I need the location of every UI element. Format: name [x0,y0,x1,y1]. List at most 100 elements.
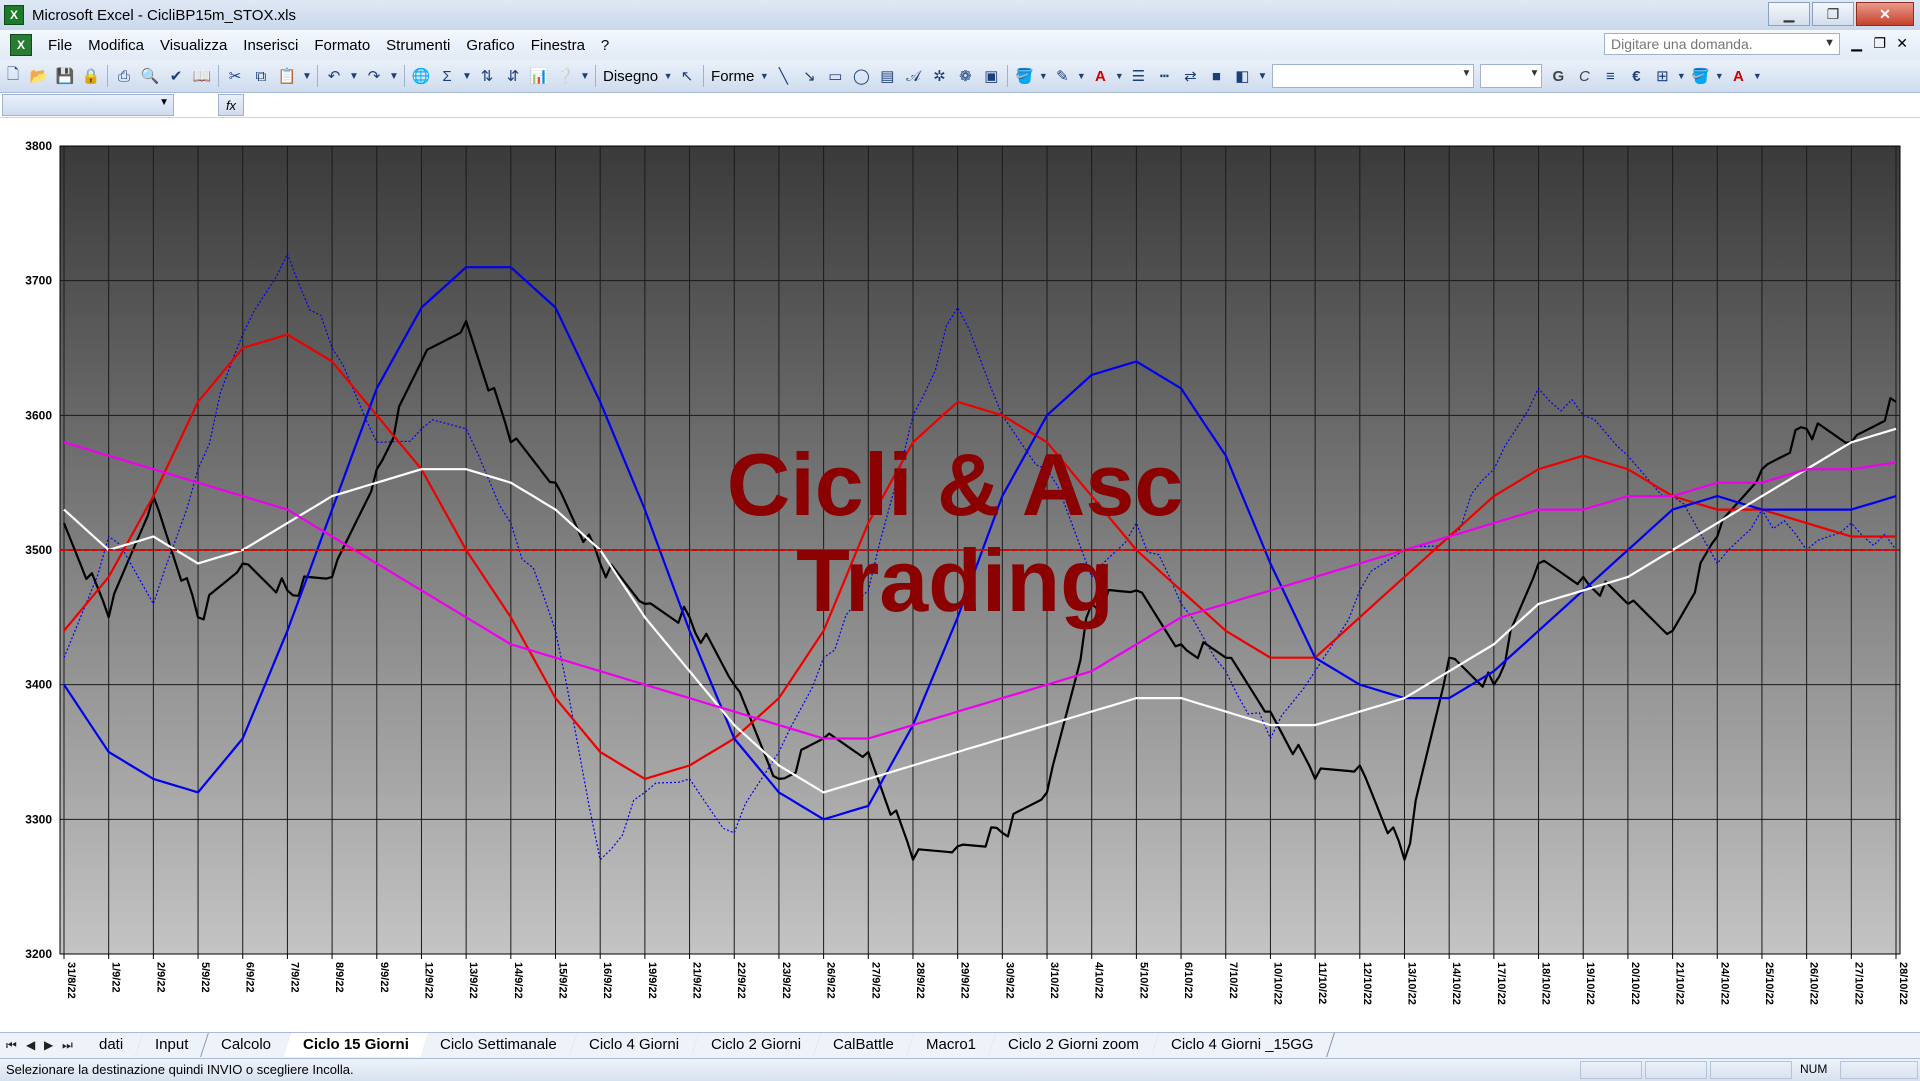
paste-icon[interactable]: 📋 [275,64,299,88]
insert-function-button[interactable]: fx [218,94,244,116]
autosum-icon[interactable]: Σ [435,64,459,88]
menu-file[interactable]: File [40,37,80,54]
menu-inserisci[interactable]: Inserisci [235,37,306,54]
diagram-icon[interactable]: ✲ [927,64,951,88]
menu-grafico[interactable]: Grafico [458,37,522,54]
chart[interactable]: 3200 3300 3400 3500 3600 3700 3800 31/8/22 1/9/… [0,118,1920,1048]
menu-formato[interactable]: Formato [306,37,378,54]
chart-wizard-icon[interactable]: 📊 [527,64,551,88]
menu-finestra[interactable]: Finestra [523,37,593,54]
chevron-down-icon[interactable]: ▼ [663,64,673,88]
sheet-tab[interactable]: Calcolo [200,1033,292,1057]
restore-button[interactable]: ❐ [1812,2,1854,26]
clip-art-icon[interactable]: ❁ [953,64,977,88]
doc-minimize-icon[interactable]: ▁ [1851,35,1862,52]
font-color-icon[interactable]: A [1088,64,1112,88]
spelling-icon[interactable]: ✔ [164,64,188,88]
menu-visualizza[interactable]: Visualizza [152,37,235,54]
euro-currency-button[interactable]: € [1624,64,1648,88]
chevron-down-icon[interactable]: ▼ [1038,64,1048,88]
arrow-style-icon[interactable]: ⇄ [1178,64,1202,88]
picture-icon[interactable]: ▣ [979,64,1003,88]
chevron-down-icon[interactable]: ▼ [388,64,400,88]
name-box[interactable]: ▼ [2,94,174,116]
disegno-menu[interactable]: Disegno [599,68,662,85]
chevron-down-icon[interactable]: ▼ [461,64,473,88]
help-question-box[interactable]: Digitare una domanda. ▼ [1604,33,1840,55]
shadow-icon[interactable]: ■ [1204,64,1228,88]
toolbar-options-icon[interactable]: ▼ [579,64,591,88]
align-center-icon[interactable]: ≡ [1598,64,1622,88]
3d-style-icon[interactable]: ◧ [1230,64,1254,88]
bold-button[interactable]: G [1546,64,1570,88]
sort-descending-icon[interactable]: ⇵ [501,64,525,88]
sheet-tab[interactable]: Ciclo 4 Giorni _15GG [1151,1033,1335,1057]
sheet-tab[interactable]: Ciclo Settimanale [420,1033,579,1057]
sheet-tab[interactable]: Ciclo 4 Giorni [569,1033,701,1057]
chevron-down-icon[interactable]: ▼ [1461,68,1471,79]
menu-help[interactable]: ? [593,37,617,54]
last-sheet-icon[interactable]: ⏭ [62,1038,73,1053]
sheet-tab[interactable]: Macro1 [906,1033,998,1057]
menu-strumenti[interactable]: Strumenti [378,37,458,54]
chevron-down-icon[interactable]: ▼ [759,64,769,88]
line-color-icon[interactable]: ✎ [1050,64,1074,88]
font-name-combo[interactable]: ▼ [1272,64,1475,88]
chevron-down-icon[interactable]: ▼ [1529,68,1539,79]
chevron-down-icon[interactable]: ▼ [1076,64,1086,88]
chevron-down-icon[interactable]: ▼ [348,64,360,88]
chevron-down-icon[interactable]: ▼ [1824,37,1835,49]
excel-app-icon[interactable]: X [4,5,24,25]
redo-icon[interactable]: ↷ [362,64,386,88]
print-icon[interactable]: ⎙ [112,64,136,88]
permission-icon[interactable]: 🔒 [79,64,103,88]
undo-icon[interactable]: ↶ [322,64,346,88]
fill-color-icon[interactable]: 🪣 [1012,64,1036,88]
doc-restore-icon[interactable]: ❐ [1873,35,1886,52]
open-folder-icon[interactable]: 📂 [27,64,51,88]
borders-icon[interactable]: ⊞ [1650,64,1674,88]
doc-close-icon[interactable]: ✕ [1896,35,1908,52]
next-sheet-icon[interactable]: ▶ [44,1038,53,1052]
dash-style-icon[interactable]: ┅ [1152,64,1176,88]
sheet-tab[interactable]: Input [135,1033,210,1057]
sheet-tab[interactable]: CalBattle [813,1033,916,1057]
select-objects-icon[interactable]: ↖ [675,64,699,88]
help-icon[interactable]: ❔ [553,64,577,88]
text-box-icon[interactable]: ▤ [875,64,899,88]
sort-ascending-icon[interactable]: ⇅ [475,64,499,88]
oval-icon[interactable]: ◯ [849,64,873,88]
chevron-down-icon[interactable]: ▼ [1676,64,1686,88]
chevron-down-icon[interactable]: ▼ [1752,64,1762,88]
wordart-icon[interactable]: 𝒜 [901,64,925,88]
toolbar-options-icon[interactable]: ▼ [1256,64,1268,88]
cut-icon[interactable]: ✂ [223,64,247,88]
minimize-button[interactable]: ▁ [1768,2,1810,26]
line-style-icon[interactable]: ☰ [1126,64,1150,88]
font-color-icon[interactable]: A [1726,64,1750,88]
copy-icon[interactable]: ⧉ [249,64,273,88]
sheet-tab[interactable]: dati [79,1033,145,1057]
menu-modifica[interactable]: Modifica [80,37,152,54]
arrow-icon[interactable]: ↘ [797,64,821,88]
sheet-tab[interactable]: Ciclo 2 Giorni zoom [988,1033,1160,1057]
research-icon[interactable]: 📖 [190,64,214,88]
save-icon[interactable]: 💾 [53,64,77,88]
print-preview-icon[interactable]: 🔍 [138,64,162,88]
rectangle-icon[interactable]: ▭ [823,64,847,88]
close-button[interactable]: ✕ [1856,2,1914,26]
first-sheet-icon[interactable]: ⏮ [6,1038,17,1053]
chevron-down-icon[interactable]: ▼ [1114,64,1124,88]
italic-button[interactable]: C [1572,64,1596,88]
sheet-tab[interactable]: Ciclo 2 Giorni [691,1033,823,1057]
chevron-down-icon[interactable]: ▼ [1714,64,1724,88]
line-icon[interactable]: ╲ [771,64,795,88]
hyperlink-icon[interactable]: 🌐 [409,64,433,88]
chevron-down-icon[interactable]: ▼ [159,97,169,108]
fill-color-icon[interactable]: 🪣 [1688,64,1712,88]
workbook-icon[interactable]: X [10,34,32,56]
chevron-down-icon[interactable]: ▼ [301,64,313,88]
forme-menu[interactable]: Forme [707,68,758,85]
new-file-icon[interactable]: 🗋 [1,64,25,88]
font-size-combo[interactable]: ▼ [1480,64,1543,88]
